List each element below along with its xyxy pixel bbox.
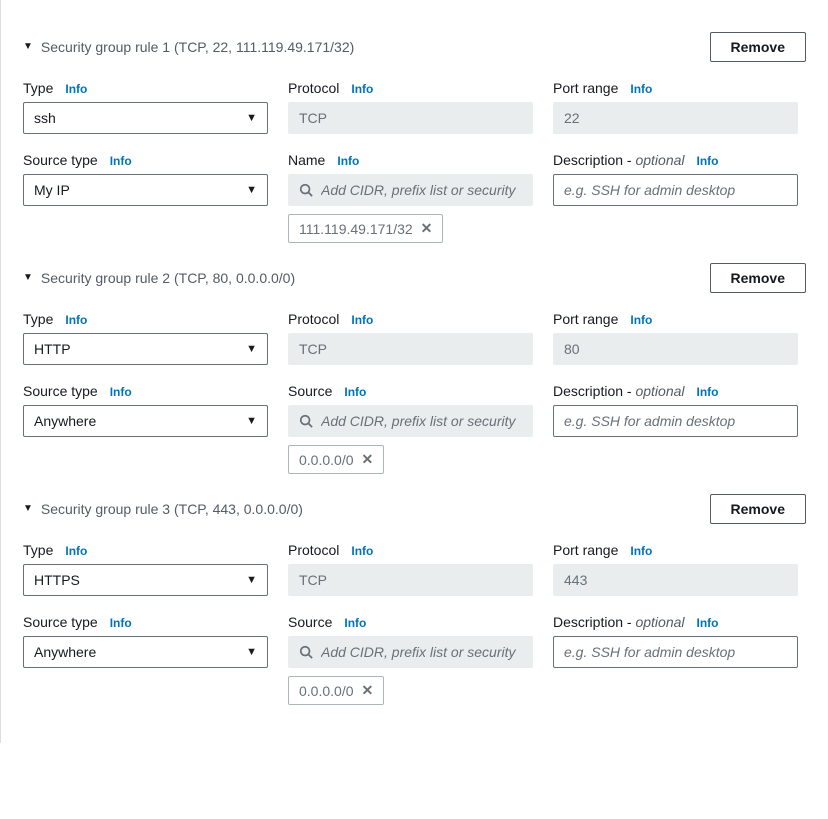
source-type-label: Source type <box>23 152 98 168</box>
info-link[interactable]: Info <box>630 544 652 558</box>
info-link[interactable]: Info <box>351 82 373 96</box>
info-link[interactable]: Info <box>630 313 652 327</box>
source-chip-text: 0.0.0.0/0 <box>299 683 354 699</box>
info-link[interactable]: Info <box>697 616 719 630</box>
source-label: Name <box>288 152 325 168</box>
info-link[interactable]: Info <box>110 154 132 168</box>
type-select[interactable]: ssh ▼ <box>23 102 268 134</box>
info-link[interactable]: Info <box>351 313 373 327</box>
chevron-down-icon: ▼ <box>246 184 257 196</box>
source-type-select[interactable]: Anywhere ▼ <box>23 636 268 668</box>
security-group-rule: ▼ Security group rule 3 (TCP, 443, 0.0.0… <box>23 494 806 705</box>
source-chip-text: 111.119.49.171/32 <box>299 221 413 237</box>
expand-caret-icon[interactable]: ▼ <box>23 42 33 52</box>
source-search-field[interactable] <box>321 644 522 660</box>
type-select-value: HTTPS <box>34 572 80 588</box>
description-input[interactable] <box>564 413 787 429</box>
description-input[interactable] <box>564 644 787 660</box>
info-link[interactable]: Info <box>65 544 87 558</box>
info-link[interactable]: Info <box>65 313 87 327</box>
close-icon[interactable]: ✕ <box>362 451 374 468</box>
type-select[interactable]: HTTPS ▼ <box>23 564 268 596</box>
remove-button[interactable]: Remove <box>710 263 806 293</box>
expand-caret-icon[interactable]: ▼ <box>23 504 33 514</box>
protocol-label: Protocol <box>288 311 339 327</box>
description-input-wrap <box>553 174 798 206</box>
port-range-value: 443 <box>553 564 798 596</box>
protocol-label: Protocol <box>288 80 339 96</box>
info-link[interactable]: Info <box>351 544 373 558</box>
source-search-input[interactable] <box>288 405 533 437</box>
info-link[interactable]: Info <box>110 616 132 630</box>
source-type-label: Source type <box>23 383 98 399</box>
source-chip: 0.0.0.0/0 ✕ <box>288 676 384 705</box>
protocol-label: Protocol <box>288 542 339 558</box>
search-icon <box>299 183 313 197</box>
source-type-select[interactable]: My IP ▼ <box>23 174 268 206</box>
port-range-label: Port range <box>553 311 618 327</box>
port-range-label: Port range <box>553 542 618 558</box>
remove-button[interactable]: Remove <box>710 494 806 524</box>
source-chip: 111.119.49.171/32 ✕ <box>288 214 443 243</box>
source-type-select-value: Anywhere <box>34 413 96 429</box>
source-search-input[interactable] <box>288 636 533 668</box>
close-icon[interactable]: ✕ <box>421 220 433 237</box>
search-icon <box>299 414 313 428</box>
security-group-rule: ▼ Security group rule 2 (TCP, 80, 0.0.0.… <box>23 263 806 474</box>
description-label: Description - optional <box>553 614 685 630</box>
type-label: Type <box>23 542 53 558</box>
source-chip: 0.0.0.0/0 ✕ <box>288 445 384 474</box>
source-search-field[interactable] <box>321 182 522 198</box>
source-search-field[interactable] <box>321 413 522 429</box>
chevron-down-icon: ▼ <box>246 343 257 355</box>
rule-title: Security group rule 2 (TCP, 80, 0.0.0.0/… <box>41 270 295 286</box>
info-link[interactable]: Info <box>337 154 359 168</box>
info-link[interactable]: Info <box>344 385 366 399</box>
source-type-select[interactable]: Anywhere ▼ <box>23 405 268 437</box>
protocol-value: TCP <box>288 564 533 596</box>
chevron-down-icon: ▼ <box>246 112 257 124</box>
type-select[interactable]: HTTP ▼ <box>23 333 268 365</box>
type-label: Type <box>23 311 53 327</box>
description-label: Description - optional <box>553 152 685 168</box>
source-label: Source <box>288 614 332 630</box>
type-select-value: HTTP <box>34 341 71 357</box>
description-input-wrap <box>553 636 798 668</box>
port-range-label: Port range <box>553 80 618 96</box>
info-link[interactable]: Info <box>697 385 719 399</box>
security-group-rule: ▼ Security group rule 1 (TCP, 22, 111.11… <box>23 32 806 243</box>
type-label: Type <box>23 80 53 96</box>
port-range-value: 80 <box>553 333 798 365</box>
rule-title: Security group rule 1 (TCP, 22, 111.119.… <box>41 39 354 55</box>
description-input[interactable] <box>564 182 787 198</box>
search-icon <box>299 645 313 659</box>
info-link[interactable]: Info <box>344 616 366 630</box>
info-link[interactable]: Info <box>697 154 719 168</box>
protocol-value: TCP <box>288 102 533 134</box>
protocol-value: TCP <box>288 333 533 365</box>
chevron-down-icon: ▼ <box>246 574 257 586</box>
chevron-down-icon: ▼ <box>246 646 257 658</box>
info-link[interactable]: Info <box>110 385 132 399</box>
info-link[interactable]: Info <box>65 82 87 96</box>
description-label: Description - optional <box>553 383 685 399</box>
remove-button[interactable]: Remove <box>710 32 806 62</box>
source-chip-text: 0.0.0.0/0 <box>299 452 354 468</box>
source-type-select-value: Anywhere <box>34 644 96 660</box>
rule-title: Security group rule 3 (TCP, 443, 0.0.0.0… <box>41 501 303 517</box>
close-icon[interactable]: ✕ <box>362 682 374 699</box>
source-type-select-value: My IP <box>34 182 70 198</box>
source-type-label: Source type <box>23 614 98 630</box>
description-input-wrap <box>553 405 798 437</box>
chevron-down-icon: ▼ <box>246 415 257 427</box>
expand-caret-icon[interactable]: ▼ <box>23 273 33 283</box>
info-link[interactable]: Info <box>630 82 652 96</box>
source-label: Source <box>288 383 332 399</box>
source-search-input[interactable] <box>288 174 533 206</box>
port-range-value: 22 <box>553 102 798 134</box>
type-select-value: ssh <box>34 110 56 126</box>
